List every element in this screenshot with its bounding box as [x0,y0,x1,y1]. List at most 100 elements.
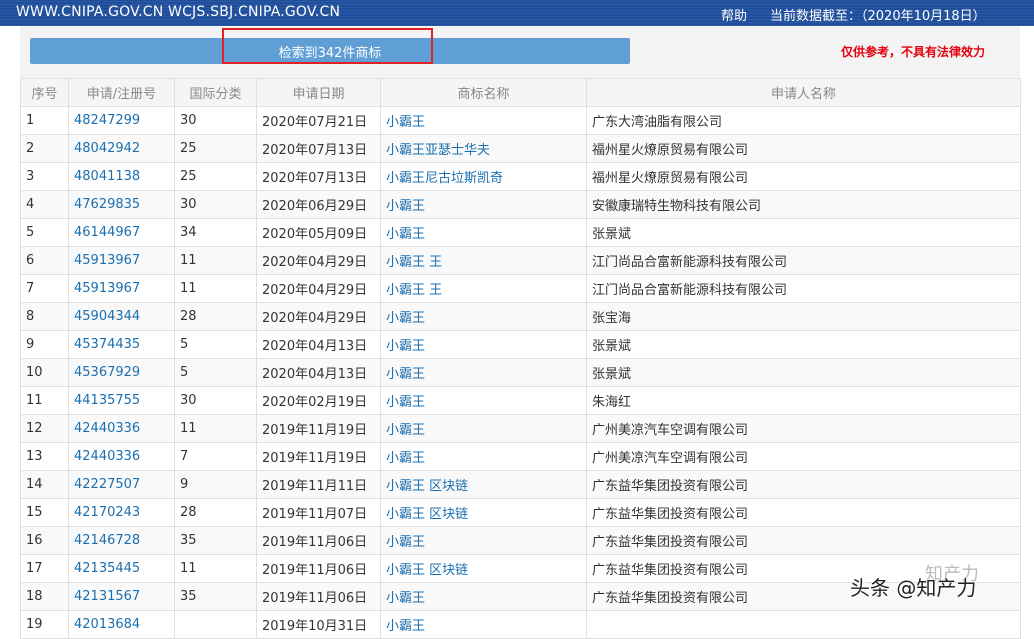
reg-no-link[interactable]: 45913967 [74,281,140,296]
cell-class: 25 [174,134,257,163]
cell-date: 2020年02月19日 [256,386,381,415]
reg-no-link[interactable]: 47629835 [74,197,140,212]
cell-applicant: 广东大湾油脂有限公司 [586,106,1021,135]
cell-class: 11 [174,414,257,443]
trademark-name-link[interactable]: 小霸王 [386,423,425,438]
cell-trademark-name: 小霸王亚瑟士华夫 [380,134,587,163]
cell-class: 28 [174,498,257,527]
cell-date: 2020年04月13日 [256,358,381,387]
trademark-name-link[interactable]: 小霸王亚瑟士华夫 [386,143,490,158]
cell-applicant: 朱海红 [586,386,1021,415]
cell-seq: 5 [20,218,69,247]
help-link[interactable]: 帮助 [721,5,747,24]
reg-no-link[interactable]: 42227507 [74,477,140,492]
reg-no-link[interactable]: 42440336 [74,421,140,436]
table-row: 10 45367929 5 2020年04月13日 小霸王 张景斌 [20,358,1021,387]
table-row: 15 42170243 28 2019年11月07日 小霸王 区块链 广东益华集团投资有限… [20,498,1021,527]
cell-class: 30 [174,106,257,135]
cell-class: 35 [174,526,257,555]
reg-no-link[interactable]: 45904344 [74,309,140,324]
cell-seq: 17 [20,554,69,583]
trademark-name-link[interactable]: 小霸王 区块链 [386,507,468,522]
trademark-name-link[interactable]: 小霸王 王 [386,283,442,298]
cell-applicant: 广东益华集团投资有限公司 [586,526,1021,555]
cell-applicant: 福州星火燎原贸易有限公司 [586,134,1021,163]
reg-no-link[interactable]: 48247299 [74,113,140,128]
cell-reg-no: 48042942 [68,134,175,163]
cell-class: 11 [174,246,257,275]
cell-reg-no: 45904344 [68,302,175,331]
trademark-name-link[interactable]: 小霸王 [386,535,425,550]
reg-no-link[interactable]: 48042942 [74,141,140,156]
trademark-name-link[interactable]: 小霸王 区块链 [386,563,468,578]
cell-applicant: 张景斌 [586,218,1021,247]
reg-no-link[interactable]: 45374435 [74,337,140,352]
cell-trademark-name: 小霸王 [380,610,587,639]
cell-reg-no: 42135445 [68,554,175,583]
reg-no-link[interactable]: 42135445 [74,561,140,576]
cell-reg-no: 45913967 [68,274,175,303]
cell-class: 35 [174,582,257,611]
trademark-name-link[interactable]: 小霸王 [386,339,425,354]
cell-applicant: 张宝海 [586,302,1021,331]
reg-no-link[interactable]: 42170243 [74,505,140,520]
reg-no-link[interactable]: 48041138 [74,169,140,184]
trademark-name-link[interactable]: 小霸王 王 [386,255,442,270]
table-row: 4 47629835 30 2020年06月29日 小霸王 安徽康瑞特生物科技有限公司 [20,190,1021,219]
cell-seq: 19 [20,610,69,639]
trademark-name-link[interactable]: 小霸王 [386,115,425,130]
cell-seq: 16 [20,526,69,555]
reg-no-link[interactable]: 45913967 [74,253,140,268]
cell-date: 2019年11月06日 [256,526,381,555]
cell-trademark-name: 小霸王 [380,582,587,611]
trademark-name-link[interactable]: 小霸王 [386,199,425,214]
reg-no-link[interactable]: 44135755 [74,393,140,408]
cell-class: 9 [174,470,257,499]
cell-trademark-name: 小霸王 区块链 [380,554,587,583]
cell-seq: 18 [20,582,69,611]
cell-applicant: 广州美凉汽车空调有限公司 [586,442,1021,471]
table-row: 16 42146728 35 2019年11月06日 小霸王 广东益华集团投资有限公司 [20,526,1021,555]
trademark-name-link[interactable]: 小霸王 [386,227,425,242]
cell-applicant: 广州美凉汽车空调有限公司 [586,414,1021,443]
trademark-name-link[interactable]: 小霸王 [386,619,425,634]
trademark-name-link[interactable]: 小霸王 [386,367,425,382]
cell-seq: 15 [20,498,69,527]
cell-applicant: 广东益华集团投资有限公司 [586,470,1021,499]
cell-date: 2020年06月29日 [256,190,381,219]
result-count-bar: 检索到342件商标 [30,38,630,64]
cell-trademark-name: 小霸王 区块链 [380,470,587,499]
col-header-class: 国际分类 [174,78,257,107]
cell-applicant: 张景斌 [586,330,1021,359]
reg-no-link[interactable]: 42440336 [74,449,140,464]
reg-no-link[interactable]: 45367929 [74,365,140,380]
cell-reg-no: 42013684 [68,610,175,639]
trademark-name-link[interactable]: 小霸王 [386,451,425,466]
reg-no-link[interactable]: 42146728 [74,533,140,548]
trademark-name-link[interactable]: 小霸王 [386,311,425,326]
reg-no-link[interactable]: 42013684 [74,617,140,632]
cell-class: 7 [174,442,257,471]
cell-trademark-name: 小霸王 [380,414,587,443]
cell-trademark-name: 小霸王 [380,386,587,415]
cell-date: 2019年11月07日 [256,498,381,527]
trademark-name-link[interactable]: 小霸王 [386,591,425,606]
cell-reg-no: 42170243 [68,498,175,527]
cell-reg-no: 42440336 [68,442,175,471]
cell-trademark-name: 小霸王 [380,330,587,359]
cell-trademark-name: 小霸王 区块链 [380,498,587,527]
trademark-name-link[interactable]: 小霸王尼古垃斯凯奇 [386,171,503,186]
trademark-name-link[interactable]: 小霸王 区块链 [386,479,468,494]
cell-class: 5 [174,358,257,387]
cell-date: 2019年11月19日 [256,442,381,471]
trademark-name-link[interactable]: 小霸王 [386,395,425,410]
cell-applicant [586,610,1021,639]
reg-no-link[interactable]: 46144967 [74,225,140,240]
reg-no-link[interactable]: 42131567 [74,589,140,604]
cell-seq: 2 [20,134,69,163]
cell-reg-no: 48247299 [68,106,175,135]
table-header-row: 序号 申请/注册号 国际分类 申请日期 商标名称 申请人名称 [20,78,1021,107]
cell-seq: 6 [20,246,69,275]
table-row: 2 48042942 25 2020年07月13日 小霸王亚瑟士华夫 福州星火燎原贸易有限… [20,134,1021,163]
table-row: 9 45374435 5 2020年04月13日 小霸王 张景斌 [20,330,1021,359]
